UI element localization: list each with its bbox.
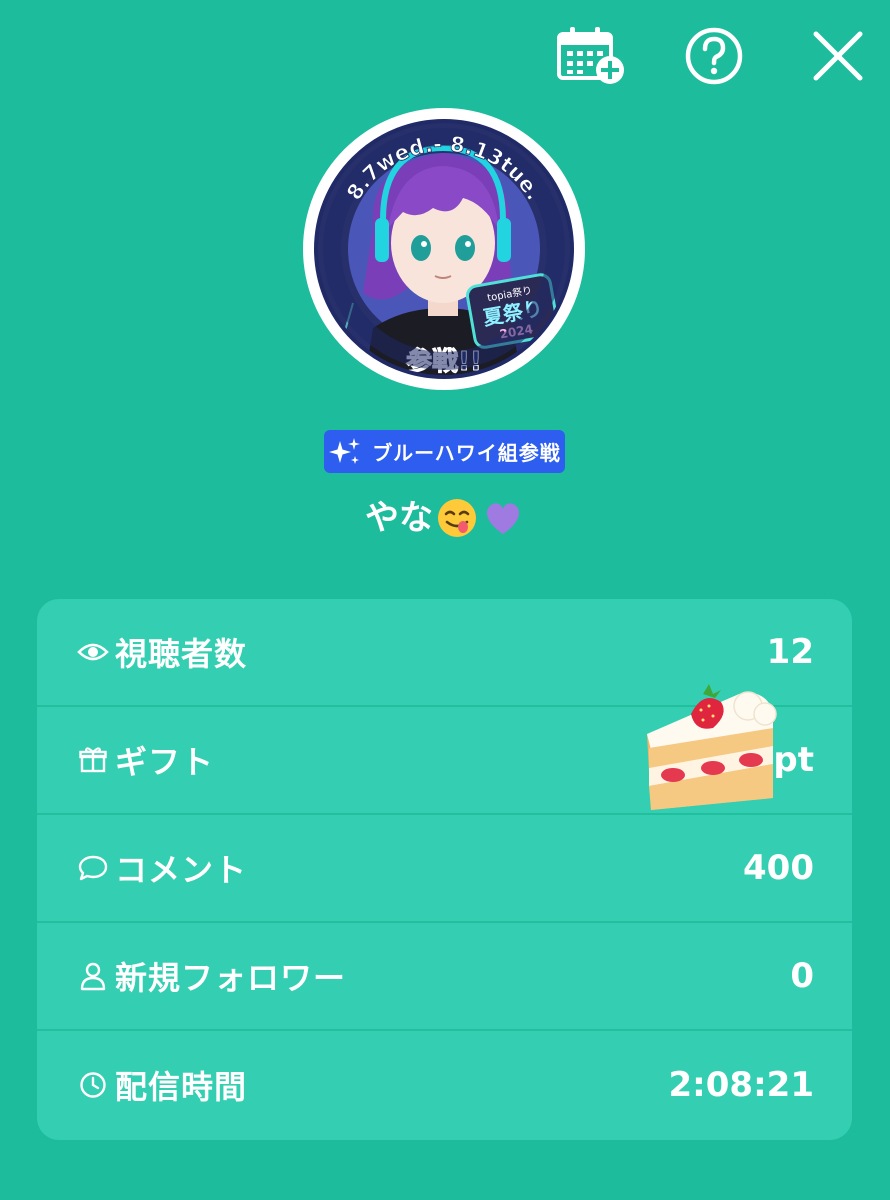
purple-heart-emoji <box>486 503 520 534</box>
stat-row-new-followers: 新規フォロワー 0 <box>37 923 852 1031</box>
team-badge: ブルーハワイ組参戦 <box>324 430 565 473</box>
stat-label-new-followers: 新規フォロワー <box>115 959 347 997</box>
stat-label-viewers: 視聴者数 <box>115 635 248 673</box>
stat-value-comments: 400 <box>743 848 814 888</box>
calendar-add-icon[interactable] <box>556 26 626 86</box>
stat-value-gifts: pt <box>773 740 814 780</box>
help-icon[interactable] <box>684 26 744 86</box>
eye-icon <box>77 636 109 668</box>
avatar[interactable]: topia祭り 夏祭り 2024 参戦!! 8.7wed.- 8.13tue. <box>303 108 585 390</box>
stat-row-comments: コメント 400 <box>37 815 852 923</box>
stat-label-stream-time: 配信時間 <box>115 1068 248 1106</box>
person-icon <box>77 960 109 992</box>
user-name: やな <box>365 498 433 538</box>
stat-value-viewers: 12 <box>766 632 814 672</box>
close-icon[interactable] <box>810 28 866 84</box>
sparkles-icon <box>329 437 361 464</box>
stat-value-stream-time: 2:08:21 <box>668 1065 814 1105</box>
top-bar <box>0 0 890 110</box>
badge-label: ブルーハワイ組参戦 <box>372 441 561 465</box>
stat-value-new-followers: 0 <box>790 956 814 996</box>
stat-row-stream-time: 配信時間 2:08:21 <box>37 1031 852 1139</box>
user-name-line: やな <box>0 492 890 544</box>
clock-icon <box>77 1069 109 1101</box>
gift-icon <box>77 744 109 776</box>
stat-label-comments: コメント <box>115 851 248 889</box>
stat-label-gifts: ギフト <box>115 743 215 781</box>
face-savoring-food-emoji <box>438 499 476 537</box>
shortcake-emoji <box>643 680 779 816</box>
comment-icon <box>77 852 109 884</box>
